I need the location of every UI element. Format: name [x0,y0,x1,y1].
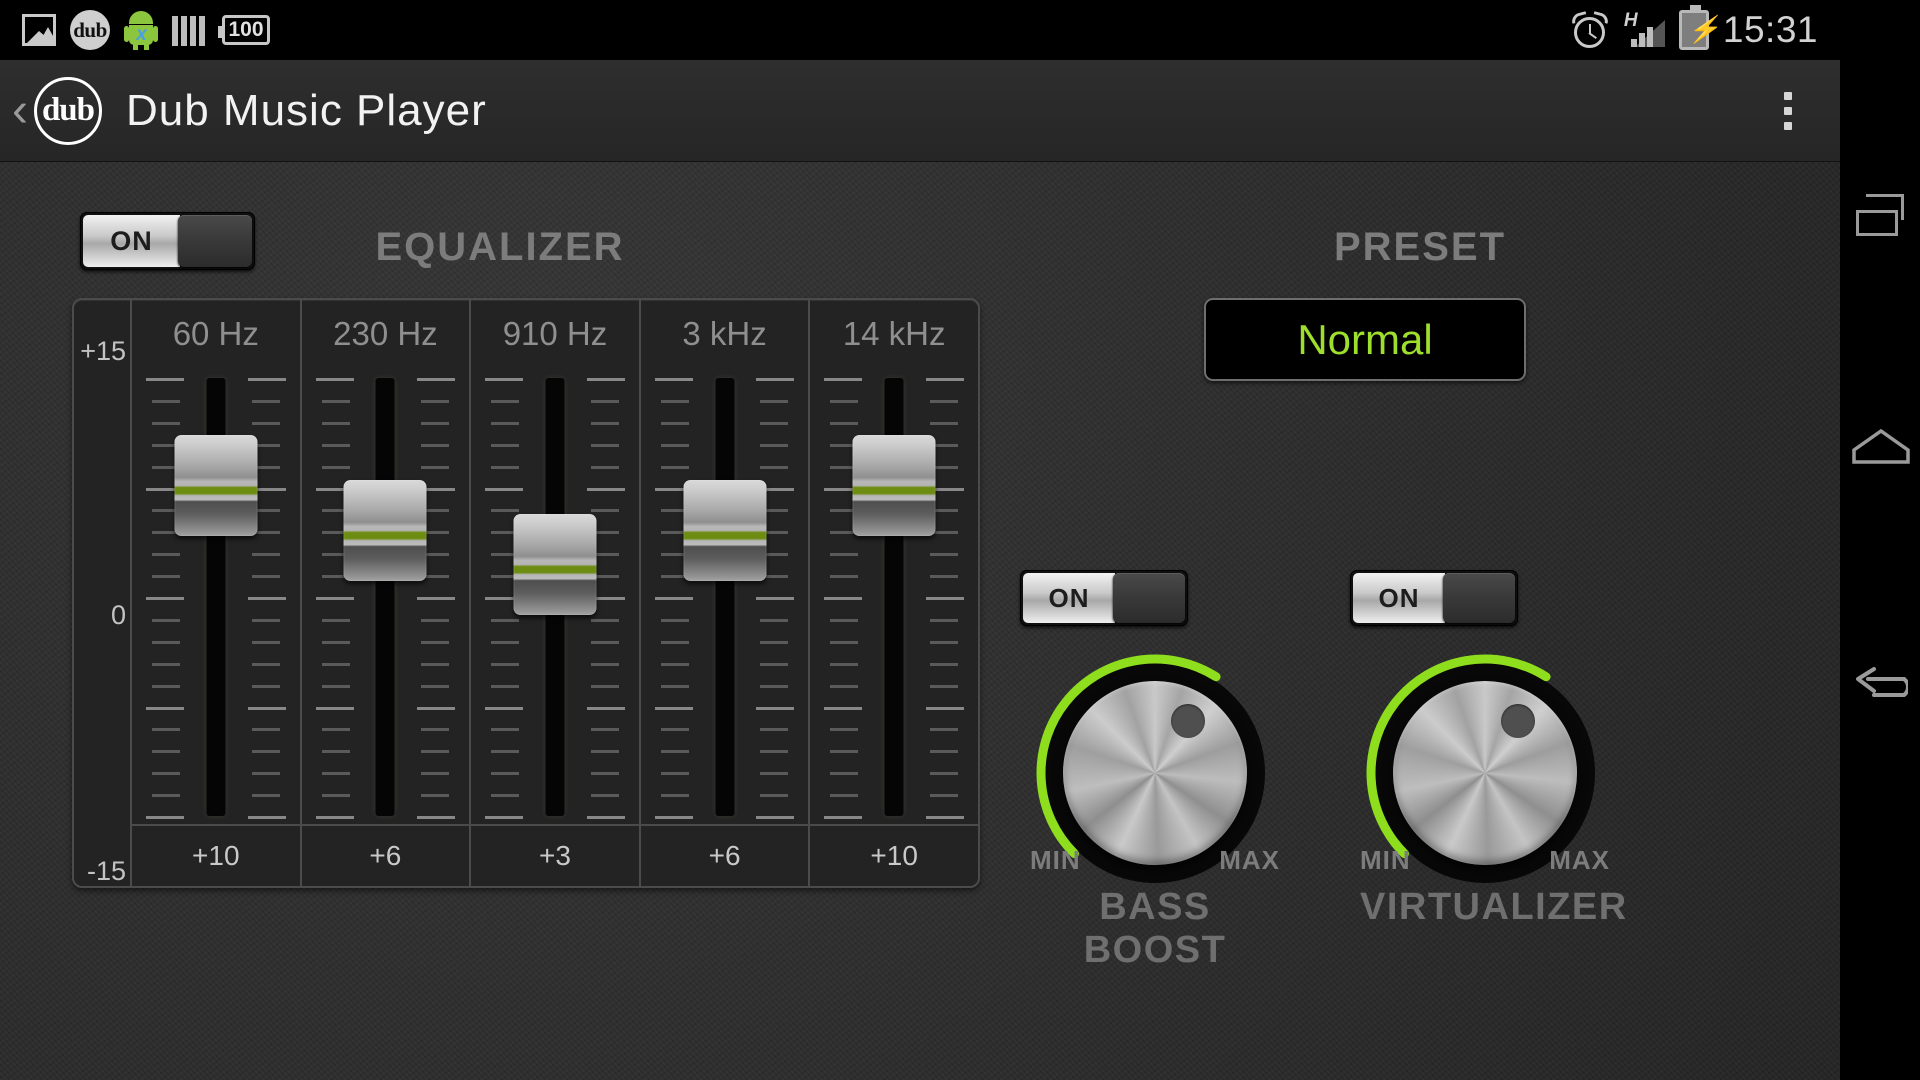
equalizer-band-value: +10 [810,824,978,886]
effect-virtualizer: ON MIN MAX VIRTUALIZER [1350,570,1670,928]
slider-track[interactable] [715,378,735,816]
db-scale-min: -15 [86,856,126,886]
slider-thumb[interactable] [343,480,427,582]
bass-boost-toggle[interactable]: ON [1020,570,1340,626]
slider-thumb[interactable] [852,434,936,536]
virtualizer-toggle-label: ON [1353,573,1445,623]
bass-boost-knob-indicator [1171,703,1206,738]
gallery-icon [22,14,56,46]
virtualizer-knob-indicator [1501,703,1536,738]
equalizer-band: 60 Hz +10 [132,300,302,886]
bass-boost-toggle-track[interactable]: ON [1020,570,1188,626]
bass-boost-range-labels: MIN MAX [1030,845,1280,876]
dub-logo-icon: dub [33,76,102,145]
equalizer-db-scale: +15 0 -15 [74,300,132,886]
equalizer-panel: +15 0 -15 60 Hz +10 230 Hz +6 910 Hz +3 3 kHz +… [72,298,980,888]
slider-track[interactable] [375,378,395,816]
equalizer-band-value: +6 [301,824,470,886]
equalizer-band: 230 Hz +6 [301,300,472,886]
app-title-bar: ‹ dub Dub Music Player [0,60,1840,162]
battery-charging-icon: ⚡ [1678,5,1720,50]
equalizer-band-value: +6 [640,824,809,886]
slider-thumb[interactable] [174,434,258,536]
nav-home-button[interactable] [1840,400,1920,490]
virtualizer-knob-face[interactable] [1393,681,1577,865]
back-arrow-icon [1852,663,1908,707]
bass-boost-min-label: MIN [1030,845,1081,875]
slider-thumb[interactable] [683,480,767,582]
equalizer-band-slider[interactable] [471,368,639,824]
overflow-menu-icon[interactable] [1784,91,1792,130]
back-chevron-icon[interactable]: ‹ [12,86,28,135]
bass-boost-toggle-knob[interactable] [1113,573,1185,623]
equalizer-band: 3 kHz +6 [640,300,811,886]
slider-thumb[interactable] [513,514,597,616]
virtualizer-toggle-track[interactable]: ON [1350,570,1518,626]
page-title: Dub Music Player [125,85,487,135]
bass-boost-title: BASS BOOST [1083,886,1227,971]
android-x-glyph: x [136,24,147,45]
equalizer-band-label: 14 kHz [842,315,946,352]
effect-bass-boost: ON MIN MAX BASS BOOST [1020,570,1340,971]
equalizer-band-label: 3 kHz [682,315,767,352]
equalizer-band: 910 Hz +3 [471,300,641,886]
nav-back-button[interactable] [1840,640,1920,730]
status-bar-left-icons: dub x 100 [0,10,270,50]
signal-h-icon: H [1623,11,1665,49]
equalizer-band-label: 60 Hz [172,315,259,352]
equalizer-section-title: EQUALIZER [375,225,625,269]
equalizer-band-slider[interactable] [810,368,978,824]
virtualizer-knob[interactable]: MIN MAX VIRTUALIZER [1360,648,1630,928]
virtualizer-range-labels: MIN MAX [1360,845,1610,876]
device-screen: dub x 100 H ⚡ 15:31 ‹ dub Dub Music Play… [0,0,1920,1080]
status-bar-clock: 15:31 [1722,9,1818,50]
virtualizer-max-label: MAX [1549,845,1610,875]
home-icon [1852,428,1910,464]
db-scale-mid: 0 [110,600,126,630]
equalizer-band: 14 kHz +10 [810,300,978,886]
equalizer-band-slider[interactable] [302,368,470,824]
db-scale-max: +15 [80,336,126,366]
equalizer-band-value: +10 [132,824,300,886]
status-bar-right-icons: H ⚡ 15:31 [1570,5,1840,51]
virtualizer-toggle[interactable]: ON [1350,570,1670,626]
equalizer-band-label: 230 Hz [333,315,438,352]
bass-boost-knob[interactable]: MIN MAX BASS BOOST [1030,648,1300,971]
alarm-icon [1570,11,1610,49]
recent-apps-icon [1856,194,1904,236]
equalizer-band-label: 910 Hz [502,315,608,352]
bass-boost-toggle-label: ON [1023,573,1115,623]
virtualizer-min-label: MIN [1360,845,1411,875]
system-navigation-bar [1840,0,1920,1080]
virtualizer-toggle-knob[interactable] [1443,573,1515,623]
equalizer-band-slider[interactable] [132,368,300,824]
equalizer-band-value: +3 [471,824,639,886]
virtualizer-title: VIRTUALIZER [1360,886,1628,928]
status-bar: dub x 100 H ⚡ 15:31 [0,0,1840,60]
dub-app-icon: dub [70,10,110,50]
preset-selected-value: Normal [1297,315,1433,363]
equalizer-band-slider[interactable] [641,368,809,824]
android-icon: x [124,10,158,50]
equalizer-bands: 60 Hz +10 230 Hz +6 910 Hz +3 3 kHz +6 14 kHz +10 [132,300,978,886]
bass-boost-knob-face[interactable] [1063,681,1247,865]
bars-icon [172,14,208,46]
bass-boost-max-label: MAX [1219,845,1280,875]
battery-100-icon: 100 [218,15,270,45]
nav-recent-apps-button[interactable] [1840,170,1920,260]
preset-section-title: PRESET [1333,225,1507,269]
preset-select[interactable]: Normal [1204,298,1526,381]
